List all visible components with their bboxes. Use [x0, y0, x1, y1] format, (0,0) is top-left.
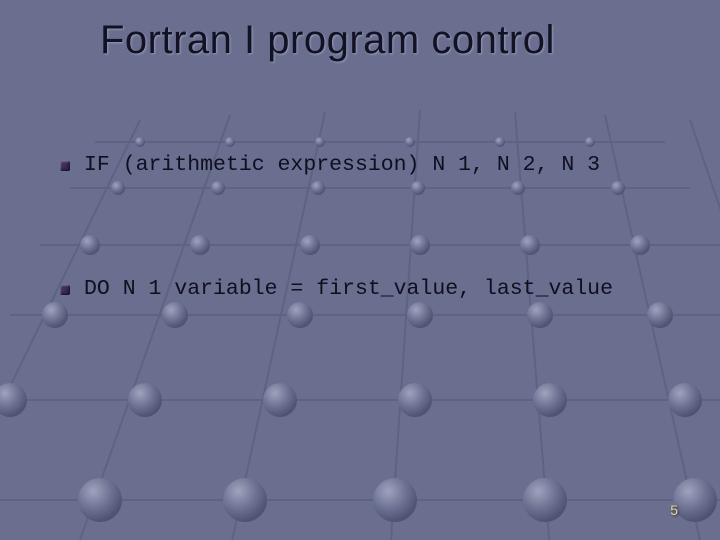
bullet-text: DO N 1 variable = first_value, last_valu… [84, 277, 613, 301]
slide-title: Fortran I program control [100, 18, 680, 63]
slide: Fortran I program control IF (arithmetic… [0, 0, 720, 540]
bullet-icon [60, 285, 70, 295]
bullet-item: IF (arithmetic expression) N 1, N 2, N 3 [60, 153, 680, 177]
bullet-item: DO N 1 variable = first_value, last_valu… [60, 277, 680, 301]
bullet-text: IF (arithmetic expression) N 1, N 2, N 3 [84, 153, 600, 177]
bullet-icon [60, 161, 70, 171]
page-number: 5 [670, 502, 678, 518]
